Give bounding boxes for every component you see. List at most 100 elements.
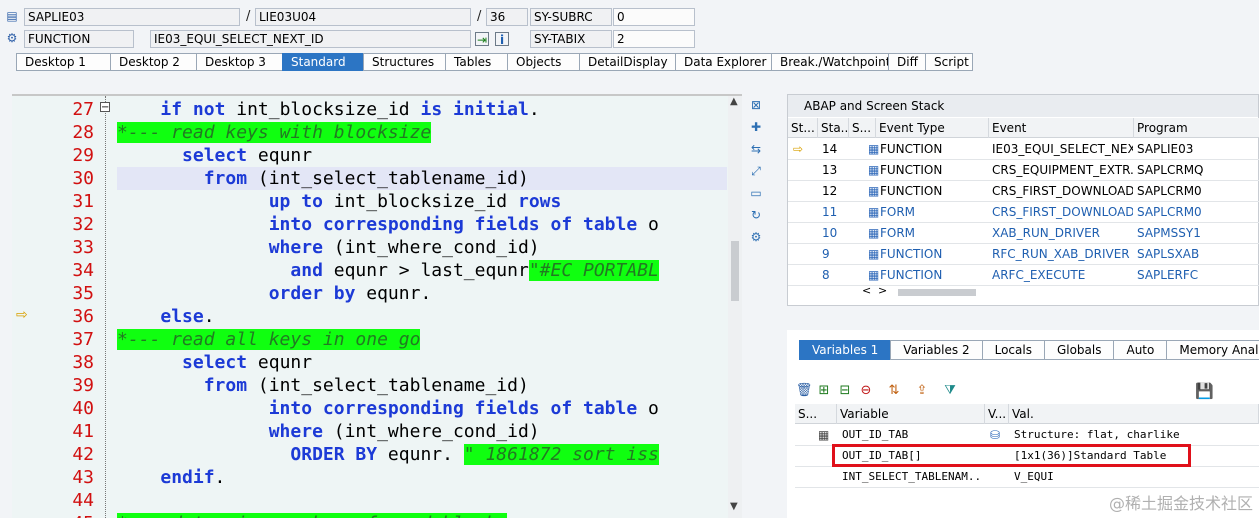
filter-icon[interactable]: ⧩: [941, 382, 959, 400]
variable-row[interactable]: ▦ ⛁ OUT_ID_TAB Structure: flat, charlike: [795, 425, 1259, 446]
stack-program: SAPLIE03: [1137, 142, 1194, 156]
tab-detaildisplay[interactable]: DetailDisplay: [579, 53, 675, 71]
vars-tab-locals[interactable]: Locals: [981, 340, 1044, 360]
tab-desktop-1[interactable]: Desktop 1: [16, 53, 110, 71]
code-keyword: up to: [268, 191, 323, 212]
vars-column-header[interactable]: S...: [795, 404, 837, 424]
code-comment: *--- read keys with blocksize: [117, 122, 432, 143]
close-tool-icon[interactable]: ⊠: [747, 96, 765, 114]
tab-diff[interactable]: Diff: [888, 53, 925, 71]
tab-structures[interactable]: Structures: [363, 53, 445, 71]
split-tool-icon[interactable]: ▭: [747, 184, 765, 202]
tab-tables[interactable]: Tables: [445, 53, 507, 71]
code-editor[interactable]: − ⇨ 27 28 29 30 31 32 33 34 35 36 37 38 39 40 41 42 43 44…: [12, 94, 742, 518]
scroll-down-icon[interactable]: ▼: [730, 501, 738, 512]
refresh-tool-icon[interactable]: ↻: [747, 206, 765, 224]
code-text: (int_where_cond_id): [322, 237, 540, 258]
vars-column-header[interactable]: V...: [985, 404, 1009, 424]
code-keyword: endif: [160, 467, 215, 488]
variable-name[interactable]: OUT_ID_TAB: [839, 425, 983, 445]
stack-program: SAPLCRMQ: [1137, 163, 1204, 177]
stack-row[interactable]: ⇨ 14 ▦ FUNCTION IE03_EQUI_SELECT_NEX... SAPLI…: [788, 139, 1259, 160]
code-keyword: and: [290, 260, 323, 281]
vars-column-header[interactable]: Variable: [837, 404, 985, 424]
code-keyword: not: [192, 99, 226, 120]
code-line: *--- read all keys in one go: [117, 328, 421, 351]
maximize-tool-icon[interactable]: ⤢: [747, 162, 765, 180]
tab-script[interactable]: Script: [925, 53, 973, 71]
save-icon[interactable]: 💾: [1195, 382, 1214, 400]
delete-icon[interactable]: 🗑: [795, 382, 813, 400]
remove-row-icon[interactable]: ⊖: [857, 382, 875, 400]
sort-icon[interactable]: ⇅: [885, 382, 903, 400]
line-number: 33: [72, 237, 94, 258]
scroll-left-icon[interactable]: <: [862, 284, 871, 297]
vars-column-header[interactable]: Val.: [1009, 404, 1259, 424]
tab-desktop-3[interactable]: Desktop 3: [196, 53, 282, 71]
code-line: *--- read keys with blocksize: [117, 121, 432, 144]
code-keyword: else: [160, 306, 204, 327]
code-line: order by equnr.: [117, 282, 432, 305]
tab-objects[interactable]: Objects: [507, 53, 579, 71]
append-row-icon[interactable]: ⊟: [836, 382, 854, 400]
stack-event-type: FUNCTION: [880, 142, 943, 156]
stack-row[interactable]: 13 ▦ FUNCTION CRS_EQUIPMENT_EXTR... SAPLCRMQ: [788, 160, 1259, 181]
code-line: if not int_blocksize_id is initial.: [117, 98, 539, 121]
stack-row[interactable]: 10 ▦ FORM XAB_RUN_DRIVER SAPMSSY1: [788, 223, 1259, 244]
line-number: 38: [72, 352, 94, 373]
variable-value[interactable]: Structure: flat, charlike: [1011, 425, 1180, 445]
stack-level: 12: [822, 184, 838, 198]
tab-desktop-2[interactable]: Desktop 2: [110, 53, 196, 71]
info-icon[interactable]: i: [495, 32, 509, 47]
stack-horizontal-scrollbar[interactable]: < >: [862, 284, 982, 298]
stack-row[interactable]: 8 ▦ FUNCTION ARFC_EXECUTE SAPLERFC: [788, 265, 1259, 286]
stack-event: CRS_FIRST_DOWNLOAD...: [992, 184, 1133, 198]
stack-row[interactable]: 11 ▦ FORM CRS_FIRST_DOWNLOAD... SAPLCRM0: [788, 202, 1259, 223]
new-tool-icon[interactable]: ✚: [747, 118, 765, 136]
stack-column-header[interactable]: Event Type: [876, 118, 989, 138]
vars-tab-globals[interactable]: Globals: [1043, 340, 1114, 360]
stack-column-header[interactable]: Event: [989, 118, 1134, 138]
stack-program: SAPLERFC: [1137, 268, 1199, 282]
stack-row[interactable]: 12 ▦ FUNCTION CRS_FIRST_DOWNLOAD... SAPLCRM0: [788, 181, 1259, 202]
settings-tool-icon[interactable]: ⚙: [747, 228, 765, 246]
stack-column-header[interactable]: Program: [1134, 118, 1259, 138]
tab-standard[interactable]: Standard: [282, 53, 363, 71]
insert-row-icon[interactable]: ⊞: [815, 382, 833, 400]
vars-tab-variables-1[interactable]: Variables 1: [799, 340, 891, 360]
scroll-right-icon[interactable]: >: [878, 284, 887, 297]
variable-value[interactable]: V_EQUI: [1011, 467, 1054, 487]
export-icon[interactable]: ⇪: [913, 382, 931, 400]
vars-tab-memory-analysis[interactable]: Memory Analysis: [1166, 340, 1259, 360]
editor-scroll-thumb[interactable]: [731, 241, 739, 301]
stack-event: IE03_EQUI_SELECT_NEX...: [992, 142, 1133, 156]
stack-level: 9: [822, 247, 830, 261]
vars-tab-auto[interactable]: Auto: [1113, 340, 1167, 360]
collapse-icon[interactable]: −: [100, 102, 110, 113]
code-text: (int_where_cond_id): [322, 421, 540, 442]
tab-data-explorer[interactable]: Data Explorer: [675, 53, 771, 71]
editor-vertical-scrollbar[interactable]: ▲ ▼: [728, 96, 742, 518]
stack-event: XAB_RUN_DRIVER: [992, 226, 1101, 240]
navigate-icon[interactable]: ⇥: [475, 32, 489, 47]
stack-column-header[interactable]: St...: [788, 118, 818, 138]
sy-subrc-value[interactable]: 0: [613, 8, 695, 26]
stack-column-header[interactable]: S...: [849, 118, 876, 138]
variable-row[interactable]: INT_SELECT_TABLENAM... V_EQUI: [795, 467, 1259, 488]
code-line: select equnr: [117, 351, 312, 374]
stack-row[interactable]: 9 ▦ FUNCTION RFC_RUN_XAB_DRIVER SAPLSXAB: [788, 244, 1259, 265]
code-line: into corresponding fields of table o: [117, 213, 659, 236]
line-number: 44: [72, 490, 94, 511]
vars-tab-variables-2[interactable]: Variables 2: [890, 340, 982, 360]
variable-name[interactable]: INT_SELECT_TABLENAM...: [839, 467, 983, 487]
swap-tool-icon[interactable]: ⇆: [747, 140, 765, 158]
stack-column-header[interactable]: Sta...: [818, 118, 849, 138]
stack-scroll-thumb[interactable]: [898, 289, 976, 296]
stack-level: 8: [822, 268, 830, 282]
scroll-up-icon[interactable]: ▲: [730, 96, 738, 107]
tab-break-watchpoints[interactable]: Break./Watchpoints: [771, 53, 897, 71]
stack-event-type: FUNCTION: [880, 268, 943, 282]
sy-tabix-value[interactable]: 2: [613, 30, 695, 48]
